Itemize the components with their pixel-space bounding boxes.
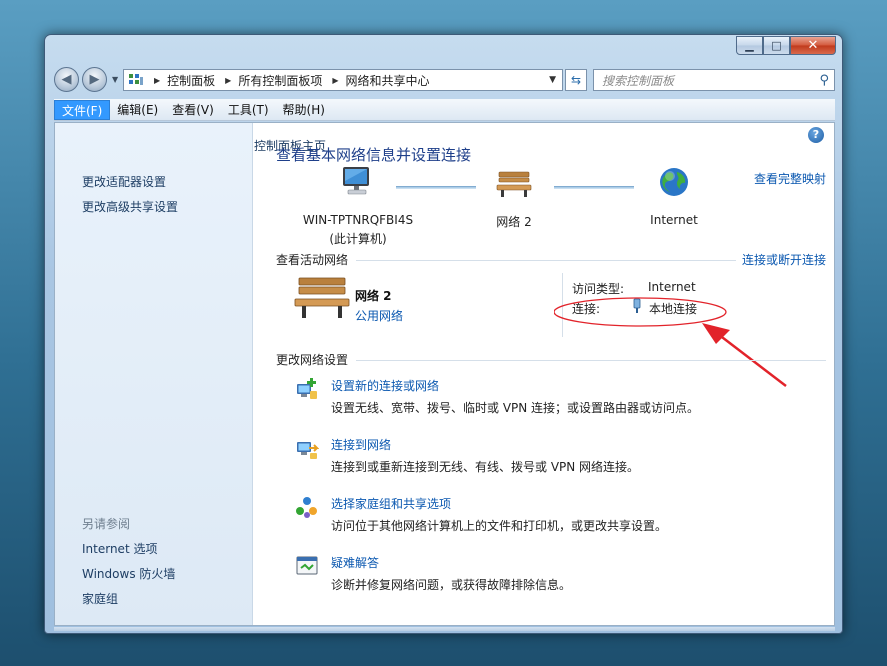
sidebar-homegroup[interactable]: 家庭组 xyxy=(82,590,118,607)
map-connector xyxy=(554,186,634,189)
sidebar-change-adapter-settings[interactable]: 更改适配器设置 xyxy=(82,173,166,190)
search-placeholder: 搜索控制面板 xyxy=(602,73,675,88)
control-panel-icon xyxy=(128,72,144,88)
back-button[interactable]: ◀ xyxy=(54,67,79,92)
connect-network-icon xyxy=(297,442,319,459)
network-category-link[interactable]: 公用网络 xyxy=(355,307,403,324)
section-divider xyxy=(356,260,736,261)
connect-disconnect-link[interactable]: 连接或断开连接 xyxy=(742,251,826,268)
active-networks-heading: 查看活动网络 xyxy=(276,253,349,267)
task-troubleshoot-desc: 诊断并修复网络问题，或获得故障排除信息。 xyxy=(331,578,572,592)
menu-edit[interactable]: 编辑(E) xyxy=(110,100,165,120)
network-sharing-center-window: ▁ □ ✕ ◀ ▶ ▼ ▶ 控制面板 ▶ 所有控制面板项 ▶ 网络和共享中心 ▼… xyxy=(44,34,843,634)
computer-icon xyxy=(343,167,369,195)
network-bench-icon xyxy=(294,277,350,318)
menu-view[interactable]: 查看(V) xyxy=(165,100,221,120)
menu-file[interactable]: 文件(F) xyxy=(54,99,111,120)
breadcrumb-network-center[interactable]: 网络和共享中心 xyxy=(346,72,430,89)
navigation-bar: ◀ ▶ ▼ ▶ 控制面板 ▶ 所有控制面板项 ▶ 网络和共享中心 ▼ ⇆ 搜索控… xyxy=(54,67,835,93)
computer-subtitle-label: (此计算机) xyxy=(329,232,387,246)
annotation-overlay xyxy=(554,297,787,387)
refresh-icon: ⇆ xyxy=(570,73,582,87)
menu-help[interactable]: 帮助(H) xyxy=(276,100,332,120)
refresh-button[interactable]: ⇆ xyxy=(565,69,587,91)
annotation-ellipse xyxy=(554,297,727,327)
task-connect-network-link[interactable]: 连接到网络 xyxy=(331,436,391,453)
change-settings-heading: 更改网络设置 xyxy=(276,353,349,367)
view-full-map-link[interactable]: 查看完整映射 xyxy=(754,170,826,187)
page-title: 查看基本网络信息并设置连接 xyxy=(276,146,472,164)
task-homegroup-link[interactable]: 选择家庭组和共享选项 xyxy=(331,495,451,512)
internet-node-label: Internet xyxy=(650,213,698,227)
forward-arrow-icon: ▶ xyxy=(89,72,100,87)
back-arrow-icon: ◀ xyxy=(61,72,72,87)
task-new-connection-link[interactable]: 设置新的连接或网络 xyxy=(331,377,439,394)
address-bar[interactable]: ▶ 控制面板 ▶ 所有控制面板项 ▶ 网络和共享中心 ▼ xyxy=(123,69,563,91)
breadcrumb-all-items[interactable]: 所有控制面板项 xyxy=(238,72,322,89)
troubleshoot-icon xyxy=(296,556,318,575)
sidebar-windows-firewall[interactable]: Windows 防火墙 xyxy=(82,565,175,582)
computer-name-label: WIN-TPTNRQFBI4S xyxy=(302,213,414,227)
homegroup-icon xyxy=(296,497,317,518)
forward-button[interactable]: ▶ xyxy=(82,67,107,92)
chevron-right-icon[interactable]: ▶ xyxy=(225,76,231,85)
map-connector xyxy=(396,186,476,189)
task-troubleshoot-link[interactable]: 疑难解答 xyxy=(331,554,379,571)
bench-icon xyxy=(496,171,532,197)
search-input[interactable]: 搜索控制面板 ⚲ xyxy=(593,69,835,91)
menu-tools[interactable]: 工具(T) xyxy=(221,100,276,120)
window-bottom-frame xyxy=(54,627,835,631)
chevron-right-icon[interactable]: ▶ xyxy=(332,76,338,85)
maximize-button[interactable]: □ xyxy=(763,36,790,55)
help-icon[interactable]: ? xyxy=(808,127,824,143)
main-panel: ? 查看基本网络信息并设置连接 查看完整映射 WIN-TPTNRQFBI4S (… xyxy=(254,123,834,625)
caption-buttons: ▁ □ ✕ xyxy=(736,36,836,55)
minimize-button[interactable]: ▁ xyxy=(736,36,763,55)
sidebar-change-advanced-sharing[interactable]: 更改高级共享设置 xyxy=(82,198,178,215)
recent-pages-dropdown[interactable]: ▼ xyxy=(112,75,118,84)
active-network-name: 网络 2 xyxy=(355,289,392,303)
internet-globe-icon xyxy=(660,168,688,196)
chevron-right-icon[interactable]: ▶ xyxy=(154,76,160,85)
sidebar-internet-options[interactable]: Internet 选项 xyxy=(82,540,157,557)
section-divider xyxy=(356,360,826,361)
menu-bar: 文件(F) 编辑(E) 查看(V) 工具(T) 帮助(H) xyxy=(54,99,835,121)
breadcrumb-control-panel[interactable]: 控制面板 xyxy=(167,72,215,89)
task-new-connection-desc: 设置无线、宽带、拨号、临时或 VPN 连接；或设置路由器或访问点。 xyxy=(331,401,700,415)
see-also-heading: 另请参阅 xyxy=(82,517,131,531)
task-connect-network-desc: 连接到或重新连接到无线、有线、拨号或 VPN 网络连接。 xyxy=(331,460,640,474)
task-homegroup-desc: 访问位于其他网络计算机上的文件和打印机，或更改共享设置。 xyxy=(331,519,668,533)
annotation-arrow-line xyxy=(713,330,787,387)
close-button[interactable]: ✕ xyxy=(790,36,836,55)
search-icon[interactable]: ⚲ xyxy=(819,73,829,88)
network-node-label: 网络 2 xyxy=(496,215,532,229)
address-dropdown-icon[interactable]: ▼ xyxy=(549,75,556,85)
content-area: 控制面板主页 更改适配器设置 更改高级共享设置 另请参阅 Internet 选项… xyxy=(54,122,835,626)
sidebar: 控制面板主页 更改适配器设置 更改高级共享设置 另请参阅 Internet 选项… xyxy=(55,123,326,625)
new-connection-icon xyxy=(297,378,317,399)
